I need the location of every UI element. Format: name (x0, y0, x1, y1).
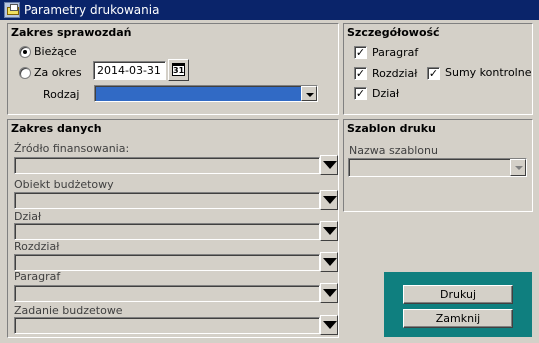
dzial-dropdown-button[interactable] (320, 221, 338, 241)
zrodlo-finansowania-field[interactable] (14, 157, 320, 174)
date-field[interactable]: 2014-03-31 (93, 61, 166, 80)
nazwa-szablonu-field[interactable] (348, 158, 527, 177)
zakres-sprawozdan-title: Zakres sprawozdań (11, 26, 132, 39)
paragraf-label: Paragraf (372, 46, 419, 59)
window-title: Parametry drukowania (24, 3, 160, 17)
sumy-kontrolne-checkbox[interactable]: ✓ (427, 67, 440, 80)
rozdzial-field[interactable] (14, 254, 320, 271)
za-okres-radio[interactable] (19, 67, 31, 79)
rozdzial-data-label: Rozdział (14, 240, 60, 253)
zrodlo-finansowania-label: Źródło finansowania: (14, 142, 130, 155)
dzial-checkbox[interactable]: ✓ (354, 87, 367, 100)
obiekt-budzetowy-label: Obiekt budżetowy (14, 178, 114, 191)
rodzaj-select[interactable] (94, 85, 318, 102)
app-icon (4, 2, 20, 18)
dzial-data-label: Dział (14, 210, 42, 223)
sumy-kontrolne-label: Sumy kontrolne (445, 66, 532, 79)
biezace-radio[interactable] (19, 46, 31, 58)
paragraf-field[interactable] (14, 285, 320, 302)
zakres-sprawozdan-panel: Zakres sprawozdań Bieżące Za okres 2014-… (7, 23, 339, 115)
rozdzial-dropdown-button[interactable] (320, 252, 338, 272)
zakres-danych-panel: Zakres danych Źródło finansowania: Obiek… (7, 119, 339, 338)
paragraf-data-label: Paragraf (14, 270, 61, 283)
zakres-danych-title: Zakres danych (11, 122, 102, 135)
rodzaj-dropdown-button[interactable] (301, 86, 317, 101)
rozdzial-label: Rozdział (372, 67, 418, 80)
zadanie-budzetowe-label: Zadanie budzetowe (14, 304, 123, 317)
drukuj-button[interactable]: Drukuj (403, 285, 513, 304)
rodzaj-label: Rodzaj (43, 88, 80, 101)
rozdzial-checkbox[interactable]: ✓ (354, 67, 367, 80)
szablon-druku-panel: Szablon druku Nazwa szablonu (343, 119, 533, 212)
zadanie-budzetowe-dropdown-button[interactable] (320, 315, 338, 335)
zrodlo-finansowania-dropdown-button[interactable] (320, 155, 338, 175)
za-okres-label: Za okres (34, 66, 82, 79)
paragraf-checkbox[interactable]: ✓ (354, 46, 367, 59)
dzial-label: Dział (372, 87, 400, 100)
calendar-icon: 31 (172, 63, 185, 76)
nazwa-szablonu-label: Nazwa szablonu (349, 144, 438, 157)
dzial-field[interactable] (14, 223, 320, 240)
obiekt-budzetowy-field[interactable] (14, 192, 320, 209)
szablon-druku-title: Szablon druku (347, 122, 436, 135)
title-bar: Parametry drukowania (0, 0, 539, 20)
szczegolowosc-panel: Szczegółowość ✓ Paragraf ✓ Rozdział ✓ Su… (343, 23, 533, 115)
zamknij-button[interactable]: Zamknij (403, 309, 513, 328)
obiekt-budzetowy-dropdown-button[interactable] (320, 190, 338, 210)
nazwa-szablonu-dropdown-button[interactable] (510, 159, 526, 176)
paragraf-dropdown-button[interactable] (320, 283, 338, 303)
calendar-button[interactable]: 31 (168, 59, 189, 81)
biezace-label: Bieżące (34, 45, 77, 58)
szczegolowosc-title: Szczegółowość (347, 26, 440, 39)
zadanie-budzetowe-field[interactable] (14, 317, 320, 334)
